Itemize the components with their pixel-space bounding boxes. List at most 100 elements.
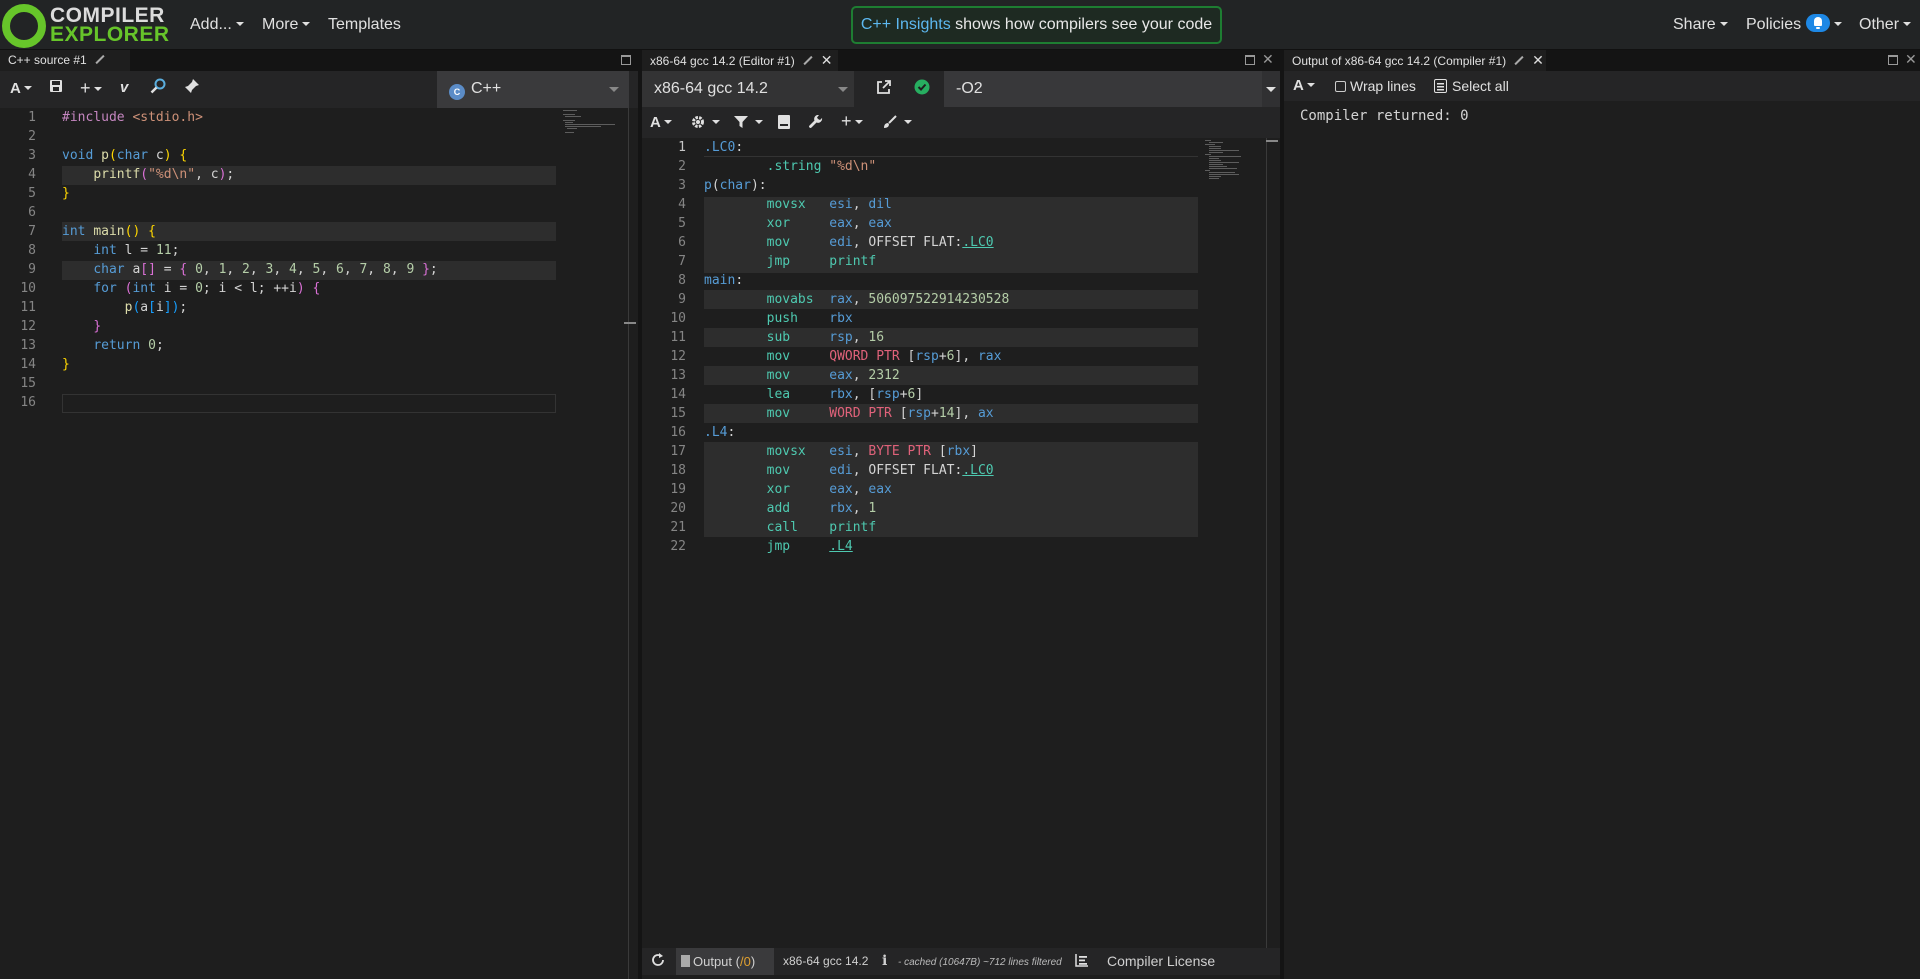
code-line: return 0; bbox=[93, 338, 164, 353]
asm-code: .LC0: .string "%d\n" p(char): movsx esi,… bbox=[704, 138, 1198, 558]
asm-scrollbar[interactable] bbox=[1266, 138, 1267, 948]
add-new-icon[interactable]: + bbox=[80, 78, 102, 98]
pencil-icon[interactable] bbox=[95, 55, 105, 65]
assembly-view[interactable]: 1 2 3 4 5 6 7 8 9 10 11 12 13 14 15 16 17 18 19 20 21 22 .LC0… bbox=[642, 138, 1280, 948]
scroll-position-marker bbox=[1266, 140, 1278, 142]
asm-line: xor eax, eax bbox=[766, 216, 892, 231]
pencil-icon[interactable] bbox=[1514, 56, 1524, 66]
output-button[interactable]: Output (/0) bbox=[676, 948, 774, 975]
line-number: 18 bbox=[670, 463, 686, 478]
line-number: 6 bbox=[28, 205, 36, 220]
compiler-select-bar: x86-64 gcc 14.2 -O2 bbox=[642, 71, 1280, 108]
output-tab-title: Output of x86-64 gcc 14.2 (Compiler #1) bbox=[1292, 54, 1507, 68]
wrench-icon[interactable] bbox=[809, 113, 823, 133]
close-icon[interactable]: ✕ bbox=[821, 50, 833, 71]
save-icon[interactable] bbox=[49, 79, 63, 99]
output-content[interactable]: Compiler returned: 0 bbox=[1284, 101, 1920, 979]
line-number: 1 bbox=[678, 140, 686, 155]
asm-line: movsx esi, BYTE PTR [rbx] bbox=[766, 444, 978, 459]
more-menu[interactable]: More bbox=[262, 0, 310, 50]
tab-output[interactable]: Output of x86-64 gcc 14.2 (Compiler #1) ✕ bbox=[1284, 50, 1546, 71]
output-label: Output ( bbox=[693, 954, 740, 969]
code-line: #include <stdio.h> bbox=[62, 110, 203, 125]
gear-icon[interactable] bbox=[691, 113, 720, 133]
source-minimap[interactable] bbox=[563, 110, 623, 140]
compiler-action-toolbar: A + bbox=[642, 108, 1280, 138]
source-scrollbar[interactable] bbox=[628, 108, 629, 979]
options-dropdown-button[interactable] bbox=[1262, 71, 1280, 107]
line-number: 21 bbox=[670, 520, 686, 535]
line-number: 15 bbox=[670, 406, 686, 421]
line-number: 3 bbox=[28, 148, 36, 163]
compiler-select[interactable]: x86-64 gcc 14.2 bbox=[642, 71, 854, 107]
asm-line: sub rsp, 16 bbox=[766, 330, 885, 345]
maximize-icon[interactable] bbox=[621, 55, 631, 65]
templates-link[interactable]: Templates bbox=[328, 0, 401, 50]
refresh-icon[interactable] bbox=[651, 948, 665, 975]
font-size-icon[interactable]: A bbox=[10, 79, 32, 99]
font-size-icon[interactable]: A bbox=[650, 113, 672, 133]
other-menu[interactable]: Other bbox=[1859, 0, 1911, 50]
book-icon[interactable] bbox=[778, 113, 790, 133]
external-link-icon[interactable] bbox=[876, 79, 892, 101]
line-number: 7 bbox=[28, 224, 36, 239]
close-icon[interactable]: ✕ bbox=[1532, 50, 1544, 71]
select-all-button[interactable]: Select all bbox=[1434, 76, 1509, 96]
policies-caret bbox=[1830, 16, 1842, 33]
policies-menu[interactable]: Policies bbox=[1746, 0, 1842, 50]
source-tabbar: C++ source #1 bbox=[0, 50, 638, 71]
maximize-icon[interactable] bbox=[1245, 55, 1255, 65]
pencil-icon[interactable] bbox=[803, 56, 813, 66]
compiler-license-link[interactable]: Compiler License bbox=[1107, 948, 1215, 975]
line-number: 9 bbox=[678, 292, 686, 307]
asm-line: mov WORD PTR [rsp+14], ax bbox=[766, 406, 994, 421]
brush-icon[interactable] bbox=[883, 113, 912, 133]
line-number: 10 bbox=[670, 311, 686, 326]
line-number: 8 bbox=[28, 243, 36, 258]
info-icon[interactable]: i bbox=[882, 948, 887, 975]
font-size-icon[interactable]: A bbox=[1293, 76, 1315, 96]
chevron-down-icon bbox=[838, 87, 848, 92]
asm-minimap[interactable] bbox=[1205, 140, 1265, 180]
close-panel-icon[interactable]: ✕ bbox=[1905, 51, 1917, 68]
chevron-down-icon bbox=[1266, 87, 1276, 92]
cpp-insights-banner[interactable]: C++ Insights shows how compilers see you… bbox=[851, 6, 1222, 44]
search-icon[interactable] bbox=[150, 78, 166, 100]
filter-icon[interactable] bbox=[734, 113, 763, 133]
insights-link[interactable]: C++ Insights bbox=[861, 16, 951, 33]
source-editor[interactable]: 1 2 3 4 5 6 7 8 9 10 11 12 13 14 15 16 #include <stdio.… bbox=[0, 108, 638, 979]
asm-line: .L4: bbox=[704, 425, 736, 440]
asm-line: .LC0: bbox=[704, 140, 744, 155]
compiler-explorer-logo[interactable]: COMPILER EXPLORER bbox=[2, 2, 169, 48]
share-menu[interactable]: Share bbox=[1673, 0, 1728, 50]
line-number: 2 bbox=[678, 159, 686, 174]
line-number: 7 bbox=[678, 254, 686, 269]
compiler-options-input[interactable]: -O2 bbox=[944, 71, 1262, 107]
tab-source[interactable]: C++ source #1 bbox=[0, 50, 130, 71]
tab-compiler[interactable]: x86-64 gcc 14.2 (Editor #1) ✕ bbox=[642, 50, 838, 71]
code-line: printf("%d\n", c); bbox=[93, 167, 235, 182]
output-doc-icon bbox=[681, 955, 690, 967]
close-panel-icon[interactable]: ✕ bbox=[1262, 51, 1274, 68]
cache-info: - cached (10647B) ~712 lines filtered bbox=[898, 957, 1062, 968]
asm-line: add rbx, 1 bbox=[766, 501, 877, 516]
add-menu[interactable]: Add... bbox=[190, 0, 244, 50]
add-tool-icon[interactable]: + bbox=[841, 111, 863, 131]
wrap-lines-checkbox[interactable]: Wrap lines bbox=[1335, 76, 1416, 96]
line-number: 22 bbox=[670, 539, 686, 554]
language-select[interactable]: C C++ bbox=[437, 71, 629, 108]
output-close-paren: ) bbox=[750, 954, 756, 969]
asm-line: xor eax, eax bbox=[766, 482, 892, 497]
asm-line: jmp printf bbox=[766, 254, 877, 269]
maximize-icon[interactable] bbox=[1888, 55, 1898, 65]
vim-icon[interactable]: v bbox=[120, 78, 128, 98]
line-number: 15 bbox=[20, 376, 36, 391]
pin-icon[interactable] bbox=[184, 78, 200, 100]
chart-icon[interactable] bbox=[1075, 948, 1089, 975]
line-number: 14 bbox=[670, 387, 686, 402]
select-all-label: Select all bbox=[1452, 78, 1509, 94]
logo-text: COMPILER EXPLORER bbox=[50, 5, 170, 45]
line-number: 10 bbox=[20, 281, 36, 296]
line-number: 13 bbox=[20, 338, 36, 353]
asm-line: .string "%d\n" bbox=[766, 159, 877, 174]
